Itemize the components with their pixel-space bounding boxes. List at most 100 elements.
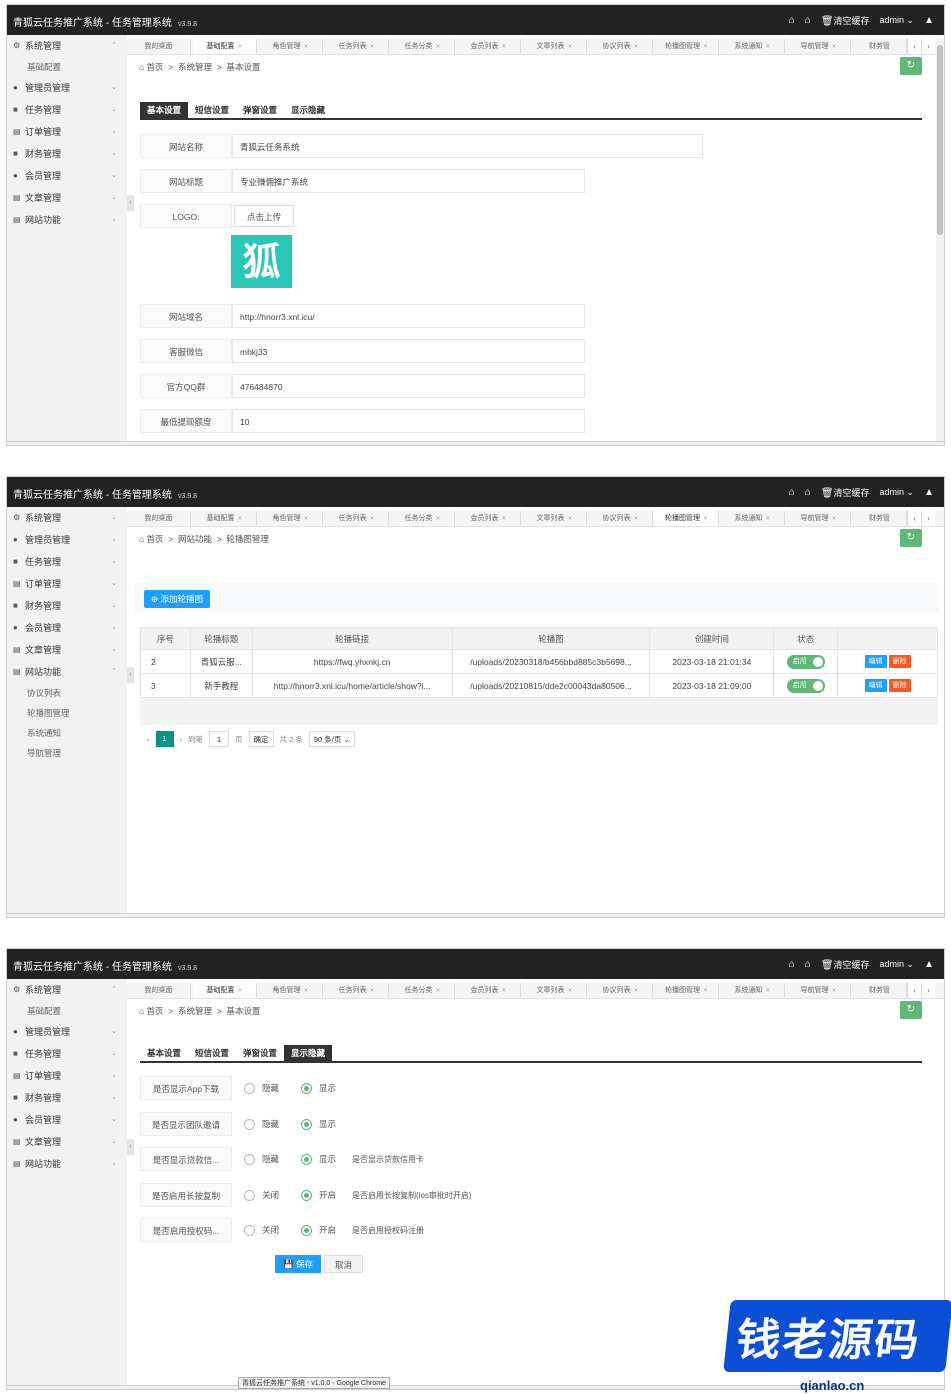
tab-carousel[interactable]: 轮播图管理 ✕ [655, 39, 719, 54]
tab-task-list[interactable]: 任务列表 ✕ [325, 983, 389, 998]
tab-task-cat[interactable]: 任务分类 ✕ [391, 39, 455, 54]
tab-popup-settings[interactable]: 弹窗设置 [236, 1045, 284, 1061]
sidebar-item-admin[interactable]: ● 管理员管理 ⌄ [7, 77, 127, 99]
tab-sms-settings[interactable]: 短信设置 [188, 1045, 236, 1061]
home2-icon[interactable]: ⌂ [805, 959, 811, 970]
tab-task-cat[interactable]: 任务分类 ✕ [391, 983, 455, 998]
user-menu[interactable]: admin ⌄ [880, 959, 915, 970]
tab-basic[interactable]: 基础配置 ✕ [193, 39, 257, 54]
sidebar-item-task[interactable]: ■ 任务管理 ⌄ [7, 99, 127, 121]
radio-on[interactable]: 开启 [301, 1189, 336, 1201]
radio-show[interactable]: 显示 [301, 1118, 336, 1130]
refresh-button[interactable]: ↻ [900, 57, 922, 75]
tab-task-cat[interactable]: 任务分类 ✕ [391, 511, 455, 526]
tab-nav[interactable]: 导航管理 ✕ [787, 983, 851, 998]
tab-protocol[interactable]: 协议列表 ✕ [589, 39, 653, 54]
user-menu[interactable]: admin ⌄ [880, 487, 915, 498]
save-button[interactable]: 💾 保存 [275, 1255, 321, 1273]
tab-desktop[interactable]: 我的桌面 [127, 511, 191, 526]
sidebar-item-system[interactable]: ⚙ 系统管理 ⌄ [7, 507, 127, 529]
delete-button[interactable]: 删除 [888, 679, 911, 692]
tabs-next-arrow[interactable]: › [921, 983, 935, 998]
sidebar-sub-basic[interactable]: 基础配置 [7, 57, 127, 77]
home-icon[interactable]: ⌂ [789, 487, 795, 498]
clear-cache-button[interactable]: 🗑清空缓存 [821, 486, 870, 499]
sidebar-collapse-toggle[interactable]: ‹ [127, 1139, 134, 1155]
tab-member-list[interactable]: 会员列表 ✕ [457, 983, 521, 998]
tab-article-list[interactable]: 文章列表 ✕ [523, 511, 587, 526]
tab-basic-settings[interactable]: 基本设置 [140, 1045, 188, 1061]
sidebar-item-task[interactable]: ■ 任务管理 ⌄ [7, 1043, 127, 1065]
sidebar-item-admin[interactable]: ● 管理员管理 ⌄ [7, 529, 127, 551]
home2-icon[interactable]: ⌂ [805, 15, 811, 26]
tab-role[interactable]: 角色管理 ✕ [259, 511, 323, 526]
tabs-next-arrow[interactable]: › [921, 511, 935, 526]
sidebar-item-article[interactable]: ▤ 文章管理 ⌄ [7, 639, 127, 661]
sidebar-item-member[interactable]: ● 会员管理 ⌄ [7, 1109, 127, 1131]
crumb-home[interactable]: 首页 [147, 534, 164, 544]
sidebar-item-order[interactable]: ▤ 订单管理 ⌄ [7, 121, 127, 143]
tab-notice[interactable]: 系统通知 ✕ [721, 511, 785, 526]
sidebar-item-finance[interactable]: ■ 财务管理 ⌄ [7, 1087, 127, 1109]
tab-member-list[interactable]: 会员列表 ✕ [457, 39, 521, 54]
home-icon[interactable]: ⌂ [789, 15, 795, 26]
crumb-home[interactable]: 首页 [147, 62, 164, 72]
tab-task-list[interactable]: 任务列表 ✕ [325, 39, 389, 54]
radio-off[interactable]: 关闭 [244, 1189, 279, 1201]
refresh-button[interactable]: ↻ [900, 1001, 922, 1019]
next-page-icon[interactable]: › [180, 735, 183, 744]
sidebar-sub-notice[interactable]: 系统通知 [7, 723, 127, 743]
page-current[interactable]: 1 [155, 731, 174, 747]
cancel-button[interactable]: 取消 [324, 1255, 364, 1273]
sidebar-item-task[interactable]: ■ 任务管理 ⌄ [7, 551, 127, 573]
tab-notice[interactable]: 系统通知 ✕ [721, 983, 785, 998]
tab-display-settings[interactable]: 显示隐藏 [284, 102, 332, 118]
edit-button[interactable]: 编辑 [864, 655, 887, 668]
tab-finance[interactable]: 财务管 [853, 983, 907, 998]
tabs-prev-arrow[interactable]: ‹ [907, 511, 921, 526]
home-icon[interactable]: ⌂ [789, 959, 795, 970]
site-title-input[interactable]: 专业赚佣推广系统 [232, 169, 585, 193]
sidebar-sub-carousel[interactable]: 轮播图管理 [7, 703, 127, 723]
tab-article-list[interactable]: 文章列表 ✕ [523, 39, 587, 54]
sidebar-item-system[interactable]: ⚙ 系统管理 ⌃ [7, 979, 127, 1001]
tab-task-list[interactable]: 任务列表 ✕ [325, 511, 389, 526]
tab-basic-settings[interactable]: 基本设置 [140, 102, 189, 118]
clear-cache-button[interactable]: 🗑清空缓存 [821, 958, 870, 971]
tabs-prev-arrow[interactable]: ‹ [907, 39, 921, 54]
tab-finance[interactable]: 财务管 [853, 39, 907, 54]
scrollbar[interactable] [936, 39, 944, 445]
tab-sms-settings[interactable]: 短信设置 [188, 102, 236, 118]
sidebar-item-site[interactable]: ▤ 网站功能 ⌄ [7, 209, 127, 231]
sidebar-item-admin[interactable]: ● 管理员管理 ⌄ [7, 1021, 127, 1043]
tab-basic[interactable]: 基础配置 ✕ [193, 983, 257, 998]
sidebar-item-site[interactable]: ▤ 网站功能 ⌃ [7, 661, 127, 683]
edit-button[interactable]: 编辑 [864, 679, 887, 692]
sidebar-item-article[interactable]: ▤ 文章管理 ⌄ [7, 187, 127, 209]
tab-carousel[interactable]: 轮播图管理 ✕ [655, 511, 719, 526]
scrollbar-thumb[interactable] [937, 45, 943, 235]
confirm-button[interactable]: 确定 [248, 731, 274, 747]
shirt-icon[interactable]: ▲ [924, 487, 934, 498]
tab-article-list[interactable]: 文章列表 ✕ [523, 983, 587, 998]
qq-input[interactable]: 476484870 [232, 374, 585, 398]
tab-role[interactable]: 角色管理 ✕ [259, 39, 323, 54]
sidebar-item-finance[interactable]: ■ 财务管理 ⌄ [7, 595, 127, 617]
add-carousel-button[interactable]: ⊕ 添加轮播图 [144, 590, 211, 608]
tab-carousel[interactable]: 轮播图管理 ✕ [655, 983, 719, 998]
page-size-select[interactable]: 90 条/页 ⌄ [308, 731, 355, 747]
sidebar-sub-basic[interactable]: 基础配置 [7, 1001, 127, 1021]
upload-button[interactable]: 点击上传 [234, 205, 295, 227]
sidebar-sub-protocol[interactable]: 协议列表 [7, 683, 127, 703]
tab-display-settings[interactable]: 显示隐藏 [284, 1045, 333, 1061]
crumb-home[interactable]: 首页 [147, 1006, 164, 1016]
tab-desktop[interactable]: 我的桌面 [127, 39, 191, 54]
wechat-input[interactable]: mhkj33 [232, 339, 585, 363]
radio-hide[interactable]: 隐藏 [244, 1118, 279, 1130]
sidebar-item-order[interactable]: ▤ 订单管理 ⌄ [7, 1065, 127, 1087]
refresh-button[interactable]: ↻ [900, 529, 922, 547]
status-toggle[interactable]: 启用 [786, 654, 825, 669]
domain-input[interactable]: http://hnorr3.xnl.icu/ [232, 304, 585, 328]
tabs-prev-arrow[interactable]: ‹ [907, 983, 921, 998]
delete-button[interactable]: 删除 [888, 655, 911, 668]
